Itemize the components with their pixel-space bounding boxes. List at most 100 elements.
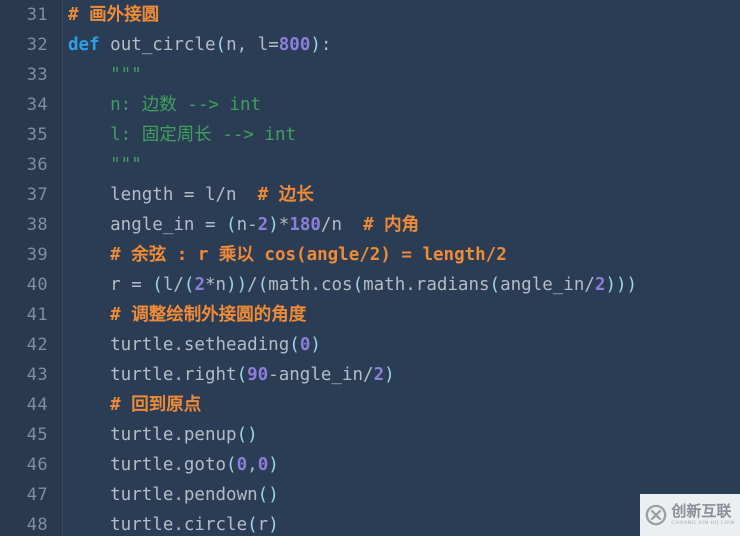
token-number: 2 xyxy=(194,275,206,295)
circled-x-logo-icon xyxy=(646,504,667,526)
line-number: 40 xyxy=(26,275,48,295)
line-number: 34 xyxy=(26,95,48,115)
code-line[interactable]: 46 turtle.goto(0,0) xyxy=(0,450,740,480)
token-paren: ))) xyxy=(605,275,638,295)
code-line-text[interactable]: turtle.circle(r) xyxy=(68,510,279,536)
line-number: 42 xyxy=(26,335,48,355)
line-number: 35 xyxy=(26,125,48,145)
line-number: 36 xyxy=(26,155,48,175)
watermark-brand-en: CHUANG XIN HU LIAN xyxy=(671,520,735,526)
code-line-text[interactable]: """ xyxy=(68,150,142,180)
code-line-text[interactable]: n: 边数 --> int xyxy=(68,90,261,120)
token-plain: out_circle xyxy=(110,35,216,55)
token-number: 180 xyxy=(289,215,321,235)
code-line[interactable]: 43 turtle.right(90-angle_in/2) xyxy=(0,360,740,390)
code-line[interactable]: 36 """ xyxy=(0,150,740,180)
code-line[interactable]: 42 turtle.setheading(0) xyxy=(0,330,740,360)
token-plain: turtle.setheading xyxy=(68,335,290,355)
token-paren: ( xyxy=(289,335,300,355)
code-line-text[interactable]: turtle.goto(0,0) xyxy=(68,450,279,480)
token-paren: ) xyxy=(268,455,279,475)
token-number: 0 xyxy=(236,455,248,475)
token-paren: ( xyxy=(215,35,227,55)
code-line-text[interactable]: r = (l/(2*n))/(math.cos(math.radians(ang… xyxy=(68,270,637,300)
line-number: 39 xyxy=(26,245,48,265)
token-paren: ( xyxy=(152,275,163,295)
token-number: 800 xyxy=(278,35,311,55)
token-paren: ( xyxy=(226,215,237,235)
code-line-text[interactable]: # 画外接圆 xyxy=(68,0,159,30)
token-number: 90 xyxy=(247,365,269,385)
token-comment: # 余弦 : r 乘以 cos(angle/2) = length/2 xyxy=(68,245,507,265)
code-line[interactable]: 40 r = (l/(2*n))/(math.cos(math.radians(… xyxy=(0,270,740,300)
code-line-text[interactable]: length = l/n # 边长 xyxy=(68,180,314,210)
code-line-text[interactable]: # 余弦 : r 乘以 cos(angle/2) = length/2 xyxy=(68,240,507,270)
code-line-text[interactable]: angle_in = (n-2)*180/n # 内角 xyxy=(68,210,419,240)
code-line[interactable]: 37 length = l/n # 边长 xyxy=(0,180,740,210)
code-line[interactable]: 45 turtle.penup() xyxy=(0,420,740,450)
token-number: 2 xyxy=(257,215,269,235)
token-plain: /n xyxy=(320,215,364,235)
code-line[interactable]: 34 n: 边数 --> int xyxy=(0,90,740,120)
code-line[interactable]: 31 # 画外接圆 xyxy=(0,0,740,30)
code-line[interactable]: 38 angle_in = (n-2)*180/n # 内角 xyxy=(0,210,740,240)
token-paren: ( xyxy=(226,455,237,475)
token-comment: # 回到原点 xyxy=(68,395,202,415)
code-line-text[interactable]: # 回到原点 xyxy=(68,390,201,420)
code-line-text[interactable]: turtle.setheading(0) xyxy=(68,330,321,360)
token-paren: ) xyxy=(384,365,395,385)
code-line-text[interactable]: l: 固定周长 --> int xyxy=(68,120,296,150)
code-line[interactable]: 44 # 回到原点 xyxy=(0,390,740,420)
token-paren: ( xyxy=(183,275,195,295)
line-number: 38 xyxy=(26,215,48,235)
code-line-text[interactable]: turtle.right(90-angle_in/2) xyxy=(68,360,395,390)
line-number: 31 xyxy=(26,5,48,25)
line-number: 44 xyxy=(26,395,48,415)
code-line-text[interactable]: def out_circle(n, l=800): xyxy=(68,30,331,60)
code-line-text[interactable]: turtle.pendown() xyxy=(68,480,279,510)
token-number: 0 xyxy=(299,335,311,355)
token-string: """ xyxy=(68,65,142,85)
token-paren: ( xyxy=(489,275,501,295)
token-string: """ xyxy=(68,155,142,175)
token-plain: : xyxy=(320,35,332,55)
token-plain: l/ xyxy=(162,275,184,295)
token-paren: ( xyxy=(247,515,258,535)
code-line[interactable]: 41 # 调整绘制外接圆的角度 xyxy=(0,300,740,330)
watermark-badge: 创新互联 CHUANG XIN HU LIAN xyxy=(640,494,740,536)
code-lines[interactable]: 31 # 画外接圆 32 def out_circle(n, l=800): 33 ""… xyxy=(0,0,740,536)
line-number: 33 xyxy=(26,65,48,85)
token-plain: -angle_in/ xyxy=(268,365,374,385)
code-line-text[interactable]: """ xyxy=(68,60,142,90)
token-plain: turtle.goto xyxy=(68,455,227,475)
token-paren: ) xyxy=(268,215,279,235)
token-paren: () xyxy=(257,485,279,505)
token-number: 2 xyxy=(373,365,385,385)
token-plain: turtle.right xyxy=(68,365,237,385)
code-line[interactable]: 48 turtle.circle(r) xyxy=(0,510,740,536)
token-string: l: 固定周长 --> int xyxy=(68,125,297,145)
code-line[interactable]: 33 """ xyxy=(0,60,740,90)
token-plain: r = xyxy=(68,275,153,295)
token-plain: turtle.circle xyxy=(68,515,248,535)
code-editor[interactable]: 31 # 画外接圆 32 def out_circle(n, l=800): 33 ""… xyxy=(0,0,740,536)
code-line[interactable]: 47 turtle.pendown() xyxy=(0,480,740,510)
token-paren: ) xyxy=(310,335,321,355)
code-line[interactable]: 35 l: 固定周长 --> int xyxy=(0,120,740,150)
line-number: 41 xyxy=(26,305,48,325)
code-line-text[interactable]: # 调整绘制外接圆的角度 xyxy=(68,300,306,330)
token-paren: ( xyxy=(257,275,269,295)
line-number: 43 xyxy=(26,365,48,385)
token-number: 2 xyxy=(594,275,606,295)
code-line[interactable]: 39 # 余弦 : r 乘以 cos(angle/2) = length/2 xyxy=(0,240,740,270)
token-comment: # 画外接圆 xyxy=(68,5,160,25)
code-line[interactable]: 32 def out_circle(n, l=800): xyxy=(0,30,740,60)
token-plain: * xyxy=(278,215,290,235)
token-string: n: 边数 --> int xyxy=(68,95,262,115)
token-plain: r xyxy=(257,515,269,535)
token-comment: # 调整绘制外接圆的角度 xyxy=(68,305,307,325)
token-paren: () xyxy=(236,425,258,445)
token-comment: # 内角 xyxy=(363,215,420,235)
token-plain: turtle.pendown xyxy=(68,485,258,505)
code-line-text[interactable]: turtle.penup() xyxy=(68,420,258,450)
